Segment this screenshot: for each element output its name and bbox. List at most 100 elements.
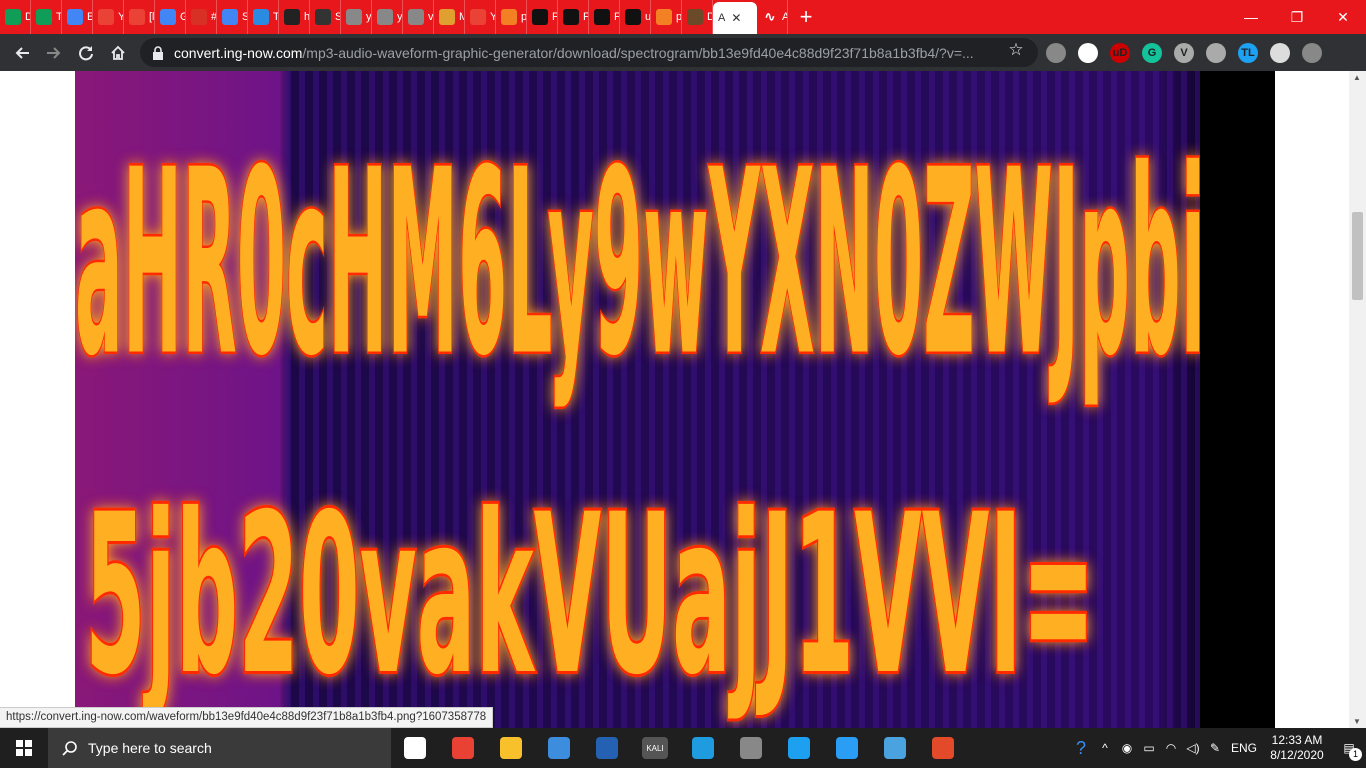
help-icon[interactable]: ? [1068, 738, 1094, 759]
photos-taskbar-button[interactable] [871, 728, 919, 768]
close-window-button[interactable]: ✕ [1320, 0, 1366, 34]
clock[interactable]: 12:33 AM 8/12/2020 [1262, 733, 1332, 763]
keep-icon [191, 9, 207, 25]
windows-logo-icon [16, 740, 32, 756]
gmail-icon [470, 9, 486, 25]
url-host: convert.ing-now.com [174, 44, 303, 61]
taskbar-search-box[interactable]: Type here to search [48, 728, 391, 768]
phone-taskbar-button[interactable] [823, 728, 871, 768]
gmail-icon [98, 9, 114, 25]
pen-icon[interactable]: ✎ [1204, 741, 1226, 755]
tab-item[interactable]: T [248, 0, 279, 34]
sheets-icon [5, 9, 21, 25]
tab-item[interactable]: p [496, 0, 527, 34]
omnibox[interactable]: convert.ing-now.com/mp3-audio-waveform-g… [140, 38, 1038, 67]
tab-item[interactable]: [l [124, 0, 155, 34]
volume-icon[interactable]: ◁) [1182, 741, 1204, 755]
tab-title: y [397, 11, 403, 23]
notification-count: 1 [1349, 748, 1362, 761]
reload-icon [79, 45, 93, 60]
tab-active[interactable]: A ✕ [713, 2, 757, 34]
vue-devtools-icon[interactable]: V [1174, 43, 1194, 63]
globe-icon [346, 9, 362, 25]
scrollbar-thumb[interactable] [1352, 212, 1363, 300]
tab-item[interactable]: P [589, 0, 620, 34]
phone-icon [836, 737, 858, 759]
translate-icon[interactable]: TL [1238, 43, 1258, 63]
tab-strip: DTEY[lG#SThSyyvMYpPPPupDA✕∿A+ [0, 0, 1366, 34]
task-view-icon [404, 737, 426, 759]
incognito-ext-icon[interactable] [1078, 43, 1098, 63]
tab-item[interactable]: y [341, 0, 372, 34]
puzzle-icon[interactable] [1270, 43, 1290, 63]
docs-icon [160, 9, 176, 25]
snipping-taskbar-button[interactable] [727, 728, 775, 768]
bookmark-star-icon[interactable]: ☆ [1006, 40, 1026, 64]
language-indicator[interactable]: ENG [1226, 741, 1262, 755]
page-scrollbar[interactable]: ▲ ▼ [1349, 71, 1366, 728]
chevron-up-icon[interactable]: ^ [1094, 741, 1116, 755]
file-explorer-icon [500, 737, 522, 759]
maximize-button[interactable]: ❐ [1274, 0, 1320, 34]
tab-item[interactable]: S [310, 0, 341, 34]
tab-item[interactable]: h [279, 0, 310, 34]
tab-item[interactable]: G [155, 0, 186, 34]
tab-item[interactable]: y [372, 0, 403, 34]
tab-item[interactable]: T [31, 0, 62, 34]
ie-taskbar-button[interactable] [775, 728, 823, 768]
profile-avatar-icon[interactable] [1302, 43, 1322, 63]
spectrogram-text-line-2: 5jb20vakVUajJ1VVI= [85, 467, 1095, 723]
edge-taskbar-button[interactable] [679, 728, 727, 768]
rocket-taskbar-button[interactable] [919, 728, 967, 768]
start-button[interactable] [0, 728, 48, 768]
tab-item[interactable]: Y [465, 0, 496, 34]
minimize-button[interactable]: — [1228, 0, 1274, 34]
kali-icon: KALI [642, 737, 668, 759]
tab-item[interactable]: Y [93, 0, 124, 34]
drive-icon[interactable] [1206, 43, 1226, 63]
file-explorer-taskbar-button[interactable] [487, 728, 535, 768]
tab-item[interactable]: E [62, 0, 93, 34]
tab-item[interactable]: v [403, 0, 434, 34]
reload-button[interactable] [70, 37, 102, 69]
wifi-icon[interactable]: ◠ [1160, 741, 1182, 755]
tab-item[interactable]: u [620, 0, 651, 34]
close-tab-icon[interactable]: ✕ [731, 11, 741, 25]
chrome-taskbar-button[interactable] [439, 728, 487, 768]
clock-time: 12:33 AM [1271, 733, 1323, 747]
scroll-down-icon[interactable]: ▼ [1353, 717, 1361, 726]
waveform-icon: ∿ [764, 9, 776, 24]
edge-icon [692, 737, 714, 759]
forward-button[interactable] [38, 37, 70, 69]
scroll-up-icon[interactable]: ▲ [1353, 73, 1361, 82]
tab-item[interactable]: D [0, 0, 31, 34]
github-icon [563, 9, 579, 25]
battery-icon[interactable]: ▭ [1138, 741, 1160, 755]
tab-item[interactable]: # [186, 0, 217, 34]
clock-date: 8/12/2020 [1270, 748, 1324, 762]
tab-item[interactable]: p [651, 0, 682, 34]
shield-ext-icon[interactable] [1046, 43, 1066, 63]
tab-item[interactable]: S [217, 0, 248, 34]
tab-item[interactable]: P [558, 0, 589, 34]
kali-taskbar-button[interactable]: KALI [631, 728, 679, 768]
grammarly-icon[interactable]: G [1142, 43, 1162, 63]
home-button[interactable] [102, 37, 134, 69]
back-button[interactable] [6, 37, 38, 69]
control-panel-icon [548, 737, 570, 759]
steam-icon[interactable]: ◉ [1116, 741, 1138, 755]
ublock-icon[interactable]: uD [1110, 43, 1130, 63]
task-view-taskbar-button[interactable] [391, 728, 439, 768]
status-bar-url: https://convert.ing-now.com/waveform/bb1… [0, 707, 494, 728]
tab-item[interactable]: P [527, 0, 558, 34]
control-panel-taskbar-button[interactable] [535, 728, 583, 768]
tab-item[interactable]: ∿A [757, 0, 788, 34]
notification-center-button[interactable]: ▤ 1 [1332, 741, 1366, 761]
lock-icon [153, 45, 163, 60]
powershell-taskbar-button[interactable] [583, 728, 631, 768]
tab-item[interactable]: D [682, 0, 713, 34]
tab-item[interactable]: M [434, 0, 465, 34]
gmail-icon [129, 9, 145, 25]
tab-title: A [718, 12, 726, 24]
new-tab-button[interactable]: + [788, 0, 824, 34]
